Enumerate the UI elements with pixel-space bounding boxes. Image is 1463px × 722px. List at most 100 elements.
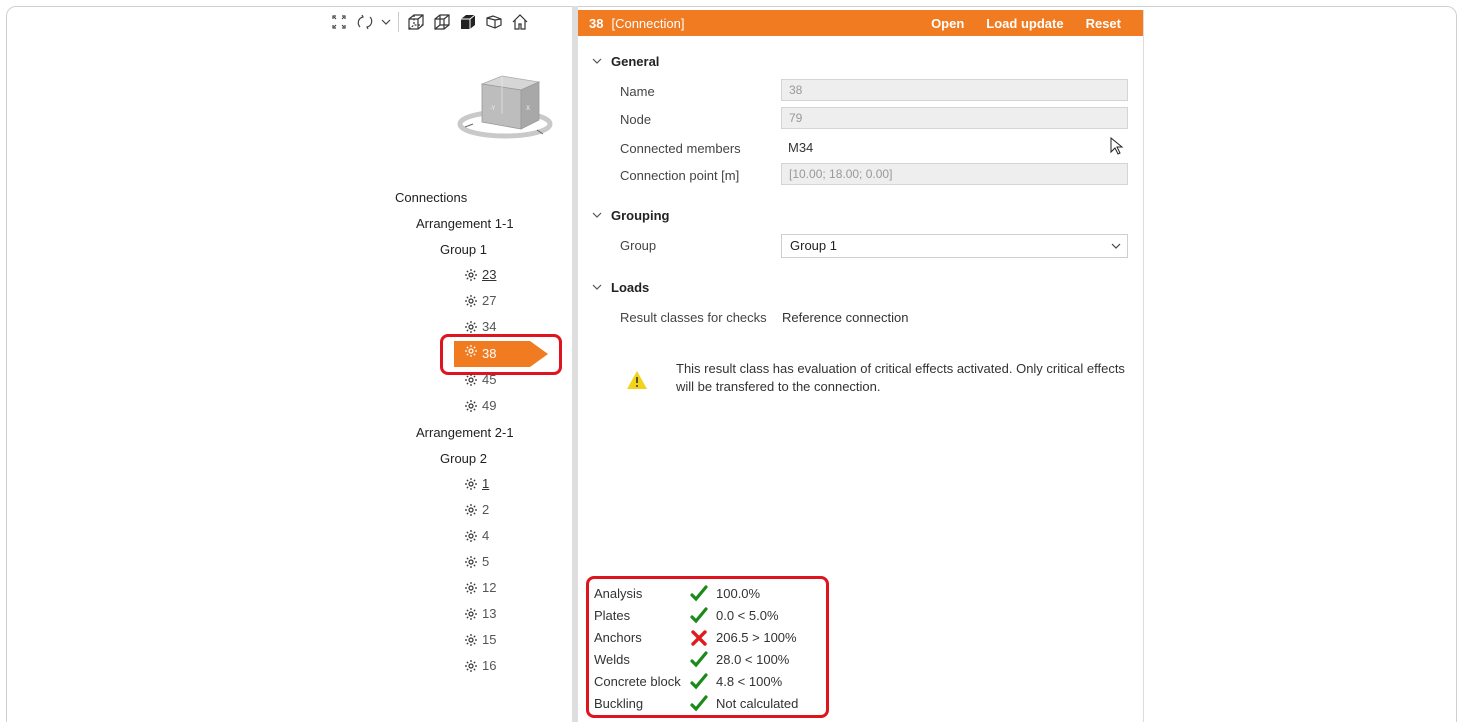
result-row-analysis[interactable]: Analysis 100.0% xyxy=(594,583,760,604)
wireframe-view-icon[interactable] xyxy=(405,11,427,33)
result-value: 0.0 < 5.0% xyxy=(716,608,779,623)
tree-item-label: 1 xyxy=(482,476,490,491)
result-row-buckling[interactable]: Buckling Not calculated xyxy=(594,693,798,714)
eye-view-icon[interactable] xyxy=(483,11,505,33)
check-results-summary: Analysis 100.0% Plates 0.0 < 5.0% Anchor… xyxy=(586,576,829,718)
connection-id: 38 xyxy=(589,15,604,31)
tree-item-label: 5 xyxy=(482,554,490,569)
tree-item-4[interactable]: 4 xyxy=(464,526,489,546)
connected-members-value[interactable]: M34 xyxy=(788,140,813,155)
svg-text:-Y: -Y xyxy=(490,105,495,112)
tree-item-label: 15 xyxy=(482,632,497,647)
view-cube[interactable]: -Y X xyxy=(455,72,555,144)
solid-view-icon[interactable] xyxy=(457,11,479,33)
reset-button[interactable]: Reset xyxy=(1086,16,1121,31)
toolbar-separator xyxy=(398,12,399,32)
check-icon xyxy=(689,672,709,692)
gear-icon xyxy=(464,399,478,413)
connected-members-label: Connected members xyxy=(620,141,741,156)
result-name: Concrete block xyxy=(594,674,681,689)
tree-arrangement-2-1[interactable]: Arrangement 2-1 xyxy=(416,423,514,443)
group-select-value: Group 1 xyxy=(790,238,837,253)
result-classes-label: Result classes for checks xyxy=(620,310,767,325)
gear-icon xyxy=(464,529,478,543)
tree-item-13[interactable]: 13 xyxy=(464,604,496,624)
tree-item-label: 27 xyxy=(482,293,497,308)
result-row-concrete-block[interactable]: Concrete block 4.8 < 100% xyxy=(594,671,782,692)
tree-item-45[interactable]: 45 xyxy=(464,370,496,390)
result-row-welds[interactable]: Welds 28.0 < 100% xyxy=(594,649,789,670)
gear-icon xyxy=(464,294,478,308)
gear-icon xyxy=(464,633,478,647)
check-icon xyxy=(689,650,709,670)
result-classes-value[interactable]: Reference connection xyxy=(782,310,908,325)
svg-text:X: X xyxy=(526,105,530,112)
result-name: Plates xyxy=(594,608,631,623)
result-name: Anchors xyxy=(594,630,642,645)
gear-icon xyxy=(464,581,478,595)
tree-item-label: 23 xyxy=(482,267,497,282)
group-label: Group xyxy=(620,238,657,253)
connection-point-field: [10.00; 18.00; 0.00] xyxy=(781,163,1128,185)
tree-item-2[interactable]: 2 xyxy=(464,500,489,520)
open-button[interactable]: Open xyxy=(931,16,964,31)
tree-item-27[interactable]: 27 xyxy=(464,291,496,311)
home-icon[interactable] xyxy=(509,11,531,33)
tree-item-12[interactable]: 12 xyxy=(464,578,496,598)
tree-item-23[interactable]: 23 xyxy=(464,265,496,285)
tree-item-49[interactable]: 49 xyxy=(464,396,496,416)
warning-message: This result class has evaluation of crit… xyxy=(626,360,1126,394)
fit-view-icon[interactable] xyxy=(328,11,350,33)
result-row-anchors[interactable]: Anchors 206.5 > 100% xyxy=(594,627,797,648)
tree-group-1[interactable]: Group 1 xyxy=(440,240,487,260)
gear-icon xyxy=(464,607,478,621)
result-name: Welds xyxy=(594,652,630,667)
gear-icon xyxy=(464,503,478,517)
cross-icon xyxy=(689,628,709,648)
section-loads[interactable]: Loads xyxy=(592,280,649,295)
tree-item-label: 45 xyxy=(482,372,497,387)
tree-item-label: 12 xyxy=(482,580,497,595)
dropdown-arrow-icon[interactable] xyxy=(380,11,392,33)
result-row-plates[interactable]: Plates 0.0 < 5.0% xyxy=(594,605,779,626)
result-value: 28.0 < 100% xyxy=(716,652,790,667)
section-general[interactable]: General xyxy=(592,54,659,69)
view-toolbar xyxy=(328,10,531,34)
gear-icon xyxy=(464,659,478,673)
rotate-icon[interactable] xyxy=(354,11,376,33)
panel-header: 38 [Connection] Open Load update Reset xyxy=(578,10,1143,36)
warning-icon xyxy=(627,371,647,389)
tree-group-2[interactable]: Group 2 xyxy=(440,449,487,469)
result-value: 206.5 > 100% xyxy=(716,630,797,645)
panel-title: [Connection] xyxy=(611,15,685,31)
gear-icon xyxy=(464,477,478,491)
tree-item-5[interactable]: 5 xyxy=(464,552,489,572)
load-update-button[interactable]: Load update xyxy=(986,16,1063,31)
tree-arrangement-1-1[interactable]: Arrangement 1-1 xyxy=(416,214,514,234)
gear-icon xyxy=(464,555,478,569)
group-select[interactable]: Group 1 xyxy=(781,234,1128,258)
tree-item-label: 4 xyxy=(482,528,490,543)
gear-icon xyxy=(464,373,478,387)
result-name: Analysis xyxy=(594,586,643,601)
selection-highlight xyxy=(440,334,562,375)
node-label: Node xyxy=(620,112,652,127)
check-icon xyxy=(689,584,709,604)
chevron-down-icon xyxy=(592,212,602,218)
chevron-down-icon xyxy=(1111,243,1121,249)
check-icon xyxy=(689,694,709,714)
result-name: Buckling xyxy=(594,696,644,711)
result-value: 4.8 < 100% xyxy=(716,674,783,689)
tree-item-label: 2 xyxy=(482,502,490,517)
section-loads-title: Loads xyxy=(611,280,650,295)
gear-icon xyxy=(464,320,478,334)
gear-icon xyxy=(464,268,478,282)
tree-item-1[interactable]: 1 xyxy=(464,474,489,494)
section-general-title: General xyxy=(611,54,660,69)
result-value: Not calculated xyxy=(716,696,799,711)
tree-root-connections[interactable]: Connections xyxy=(395,188,467,208)
section-grouping[interactable]: Grouping xyxy=(592,208,670,223)
tree-item-16[interactable]: 16 xyxy=(464,656,496,676)
transparent-view-icon[interactable] xyxy=(431,11,453,33)
tree-item-15[interactable]: 15 xyxy=(464,630,496,650)
